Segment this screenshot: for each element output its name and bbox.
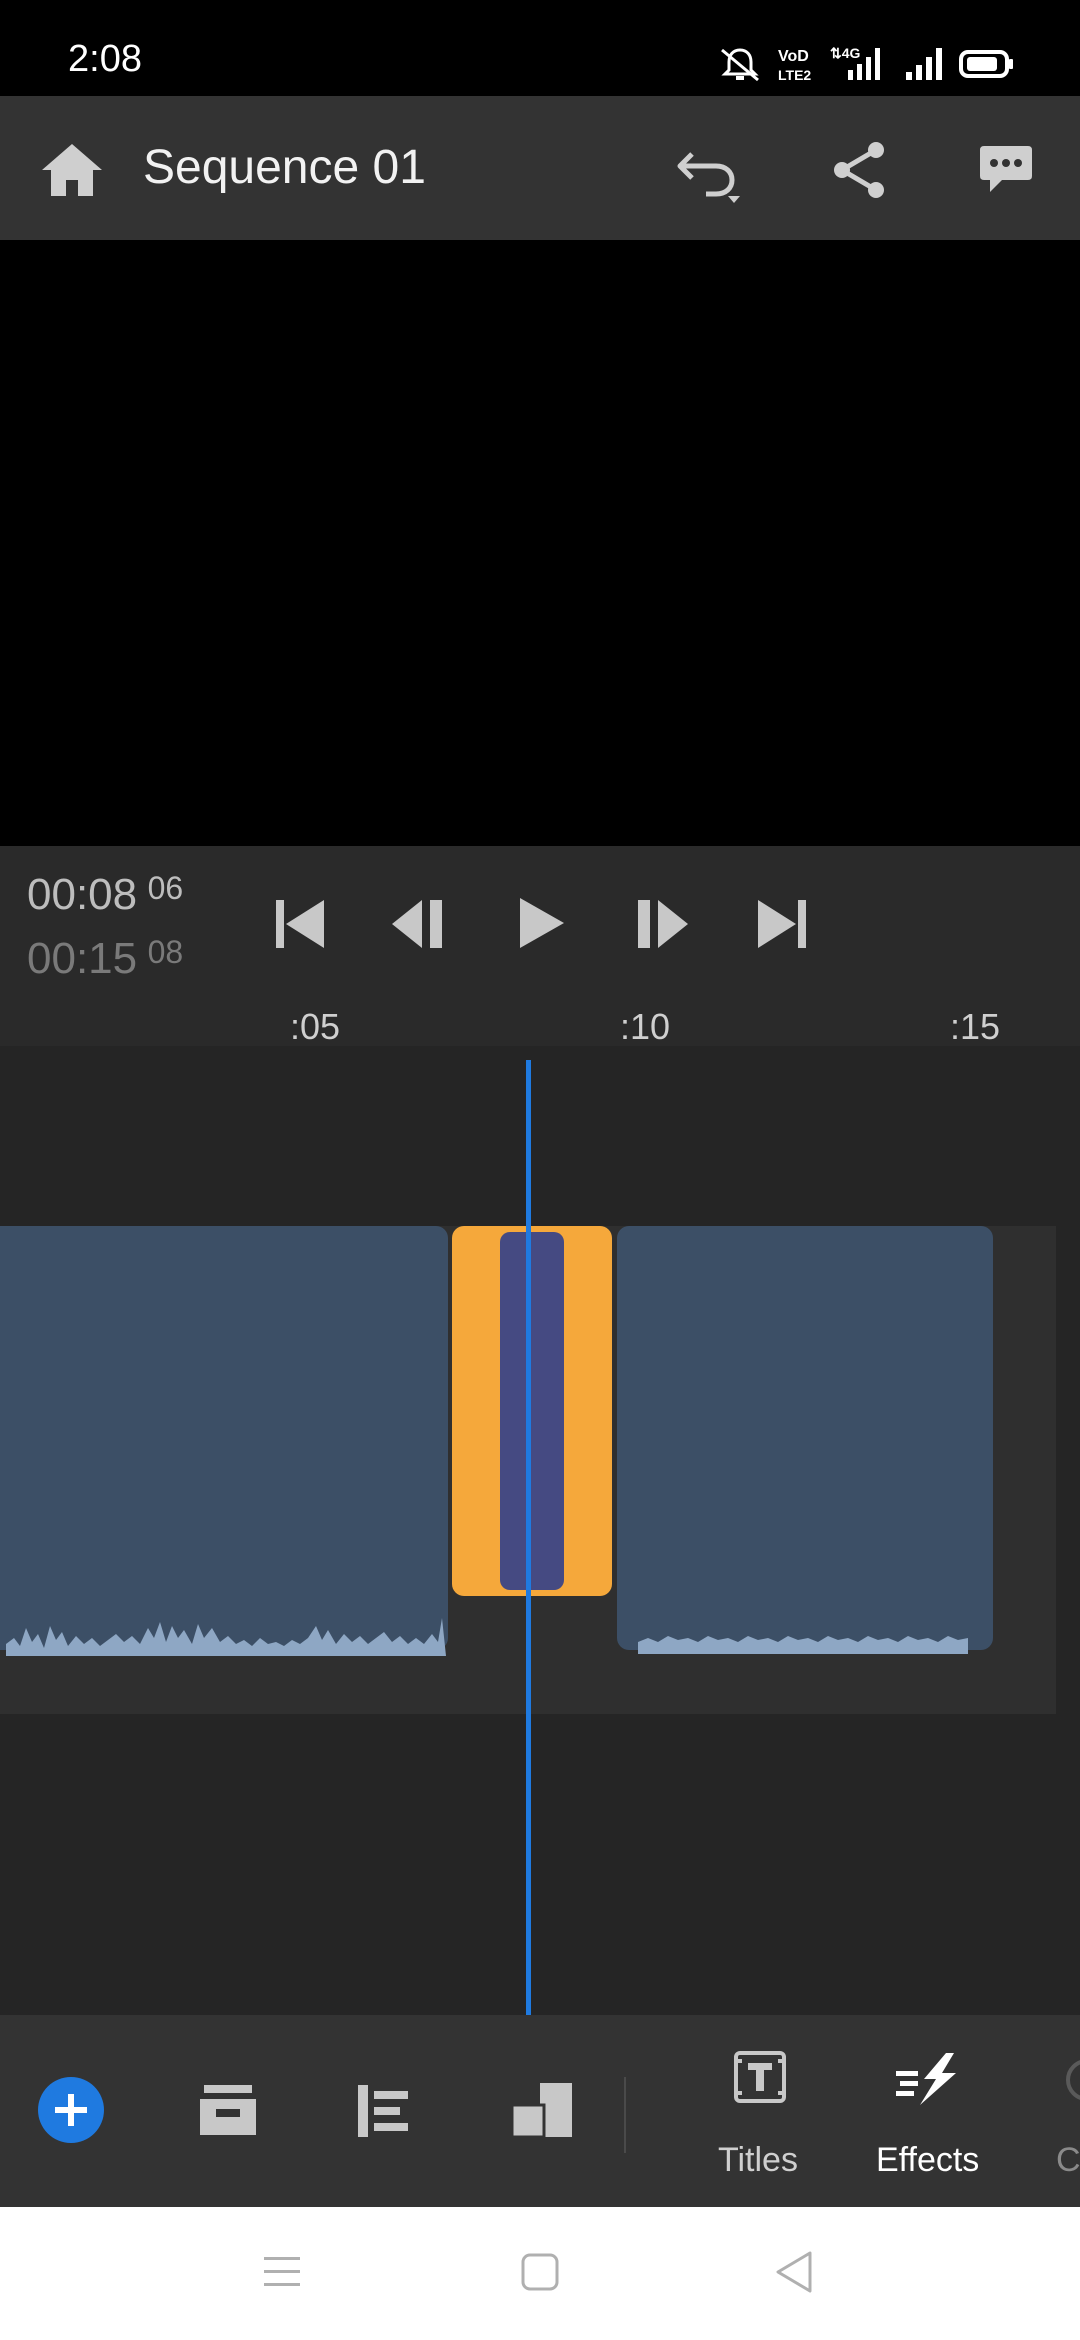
- back-icon[interactable]: [774, 2249, 814, 2295]
- archive-icon[interactable]: [198, 2083, 258, 2139]
- app-header: Sequence 01: [0, 96, 1080, 240]
- step-forward-icon[interactable]: [630, 896, 692, 952]
- volte-icon: VoD LTE2: [778, 48, 811, 83]
- tracks-icon[interactable]: [354, 2081, 412, 2141]
- status-bar: 2:08 VoD LTE2 ⇅4G: [0, 0, 1080, 96]
- add-media-button[interactable]: [38, 2077, 104, 2143]
- svg-text:⇅4G: ⇅4G: [830, 45, 861, 61]
- effects-tab[interactable]: Effects: [870, 2051, 990, 2187]
- video-clip[interactable]: [617, 1226, 993, 1650]
- effects-icon: [896, 2053, 956, 2105]
- aspect-ratio-icon[interactable]: [508, 2079, 576, 2141]
- titles-label: Titles: [718, 2141, 798, 2179]
- titles-tab[interactable]: Titles: [700, 2051, 818, 2187]
- skip-to-end-icon[interactable]: [752, 896, 812, 952]
- ruler-tick-label: :10: [620, 1006, 671, 1047]
- total-timecode: 00:15 08: [27, 934, 183, 984]
- menu-icon[interactable]: [262, 2253, 302, 2291]
- share-icon[interactable]: [830, 140, 888, 200]
- toolbar-divider: [624, 2077, 626, 2153]
- comment-icon[interactable]: [978, 142, 1034, 198]
- total-time: 00:15: [27, 934, 138, 983]
- svg-text:LTE2: LTE2: [778, 67, 811, 83]
- more-tab-label: C: [1056, 2141, 1080, 2179]
- selected-clip-inner: [500, 1232, 564, 1590]
- play-icon[interactable]: [514, 894, 568, 952]
- titles-icon: [734, 2051, 786, 2103]
- bottom-toolbar: Titles Effects C: [0, 2015, 1080, 2207]
- signal-icon: [906, 48, 942, 80]
- svg-text:VoD: VoD: [778, 48, 809, 65]
- audio-waveform: [6, 1618, 446, 1656]
- ruler-tick-label: :05: [290, 1006, 341, 1047]
- 4g-signal-icon: ⇅4G: [830, 45, 880, 80]
- undo-icon[interactable]: [672, 142, 748, 204]
- current-time: 00:08: [27, 870, 138, 919]
- total-frames: 08: [147, 934, 184, 970]
- sequence-title: Sequence 01: [143, 141, 426, 194]
- playhead[interactable]: [526, 1060, 531, 2015]
- selected-clip[interactable]: [452, 1226, 612, 1596]
- current-timecode: 00:08 06: [27, 870, 183, 920]
- transport-controls: 00:08 06 00:15 08: [0, 846, 1080, 1046]
- more-tab-icon: [1066, 2059, 1080, 2101]
- system-nav-bar: [0, 2207, 1080, 2340]
- current-frames: 06: [147, 870, 184, 906]
- mute-alarm-icon: [721, 48, 759, 82]
- home-nav-icon[interactable]: [520, 2251, 560, 2293]
- step-back-icon[interactable]: [388, 896, 450, 952]
- home-icon[interactable]: [38, 140, 106, 200]
- video-preview[interactable]: [0, 240, 1080, 846]
- more-tab[interactable]: C: [1052, 2051, 1080, 2187]
- battery-icon: [959, 50, 1013, 78]
- ruler-tick-label: :15: [950, 1006, 1001, 1047]
- status-time: 2:08: [68, 38, 142, 80]
- video-clip[interactable]: [0, 1226, 448, 1650]
- skip-to-start-icon[interactable]: [270, 896, 330, 952]
- audio-waveform: [638, 1636, 968, 1654]
- effects-label: Effects: [876, 2141, 980, 2179]
- timeline[interactable]: [0, 1060, 1080, 2015]
